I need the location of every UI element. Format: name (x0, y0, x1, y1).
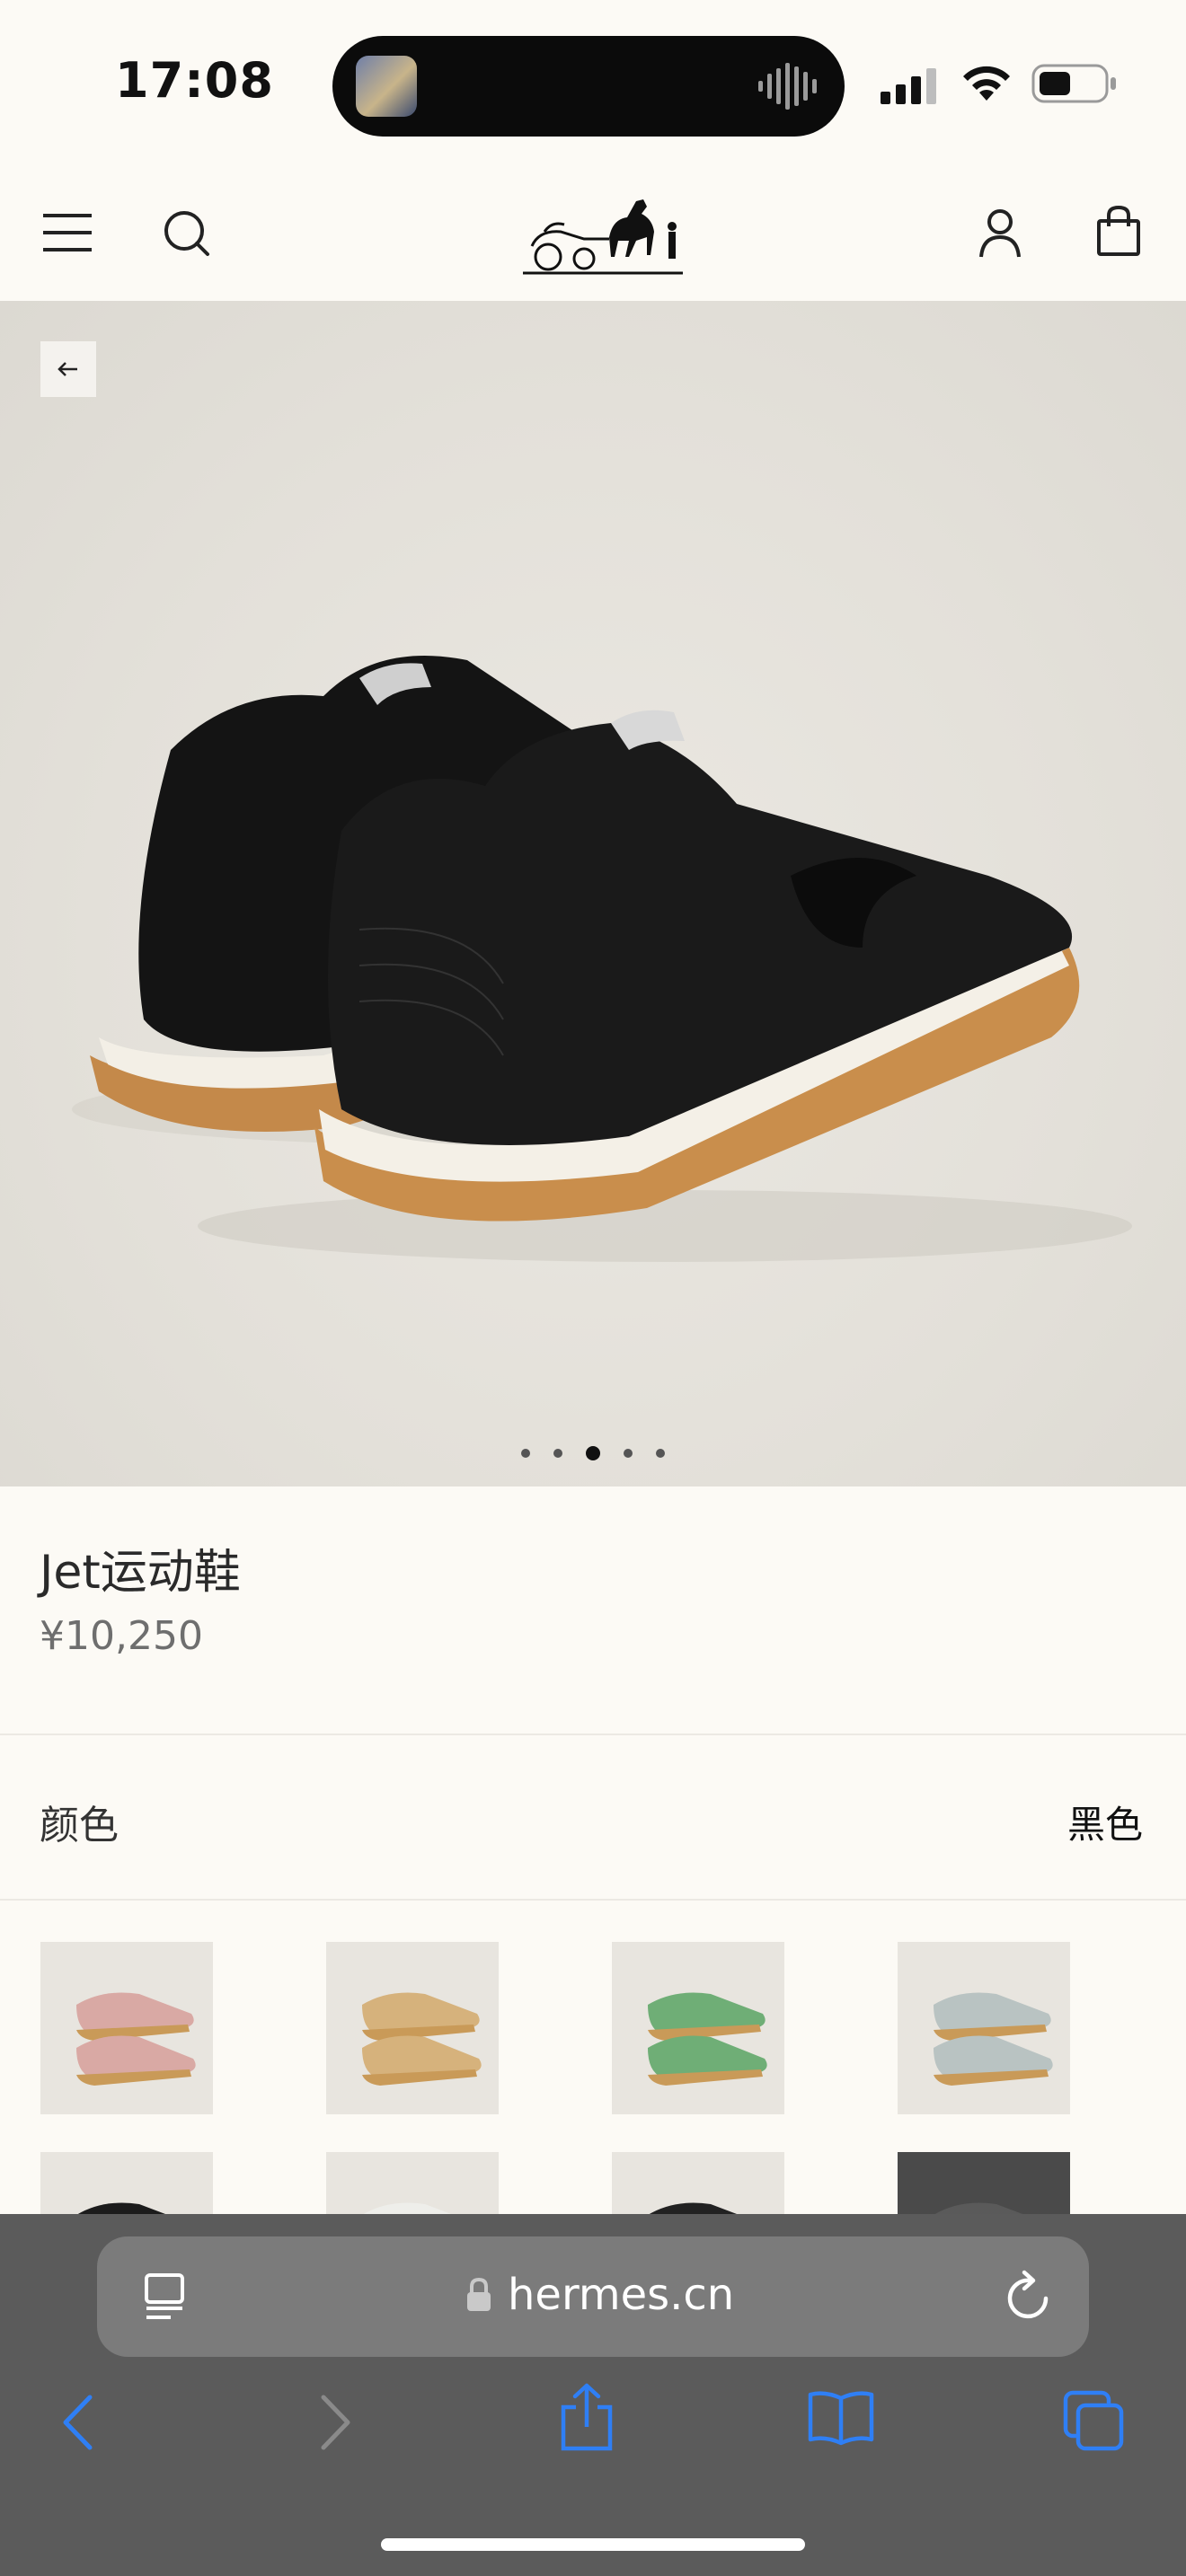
divider (0, 1899, 1186, 1901)
hermes-carriage-logo[interactable] (521, 187, 685, 277)
forward-icon[interactable] (320, 2394, 352, 2451)
now-playing-thumbnail (356, 56, 417, 117)
shopping-bag-icon[interactable] (1096, 205, 1141, 257)
color-swatch[interactable] (326, 1942, 499, 2114)
shoe-thumbnail (362, 1992, 482, 2086)
shoe-thumbnail (648, 1992, 767, 2086)
product-name: Jet运动鞋 (40, 1546, 241, 1600)
shoe-thumbnail (934, 1992, 1053, 2086)
home-indicator (381, 2538, 805, 2551)
shoe-thumbnail (76, 1992, 196, 2086)
cellular-signal-icon (881, 68, 936, 104)
lock-icon (467, 2277, 491, 2311)
back-button[interactable] (40, 341, 96, 397)
color-label: 颜色 (40, 1803, 119, 1848)
status-time: 17:08 (115, 52, 274, 109)
carousel-dot[interactable] (553, 1449, 562, 1458)
dynamic-island[interactable] (332, 36, 845, 137)
selected-color: 黑色 (1067, 1803, 1143, 1847)
product-image[interactable] (0, 301, 1186, 1486)
reload-icon[interactable] (1005, 2270, 1055, 2324)
color-swatch[interactable] (40, 1942, 213, 2114)
product-price: ¥10,250 (40, 1613, 203, 1659)
carousel-dot[interactable] (521, 1449, 530, 1458)
battery-icon (1031, 64, 1116, 103)
carousel-indicator[interactable] (0, 1440, 1186, 1467)
sneakers-illustration (72, 656, 1132, 1262)
color-swatch[interactable] (898, 1942, 1070, 2114)
carousel-dot-active[interactable] (586, 1446, 600, 1460)
share-icon[interactable] (559, 2382, 615, 2452)
tabs-icon[interactable] (1062, 2389, 1125, 2452)
divider (0, 1734, 1186, 1735)
bookmarks-icon[interactable] (807, 2389, 875, 2447)
audio-wave-icon (758, 63, 817, 110)
color-swatch[interactable] (612, 1942, 784, 2114)
carousel-dot[interactable] (624, 1449, 633, 1458)
url-text[interactable]: hermes.cn (508, 2270, 734, 2320)
menu-icon[interactable] (43, 214, 92, 251)
back-icon[interactable] (61, 2394, 93, 2451)
reader-icon[interactable] (144, 2272, 187, 2321)
carousel-dot[interactable] (656, 1449, 665, 1458)
search-icon[interactable] (164, 210, 210, 257)
wifi-icon (963, 66, 1010, 101)
site-header (0, 171, 1186, 301)
arrow-left-icon (58, 362, 77, 376)
account-icon[interactable] (979, 208, 1021, 259)
